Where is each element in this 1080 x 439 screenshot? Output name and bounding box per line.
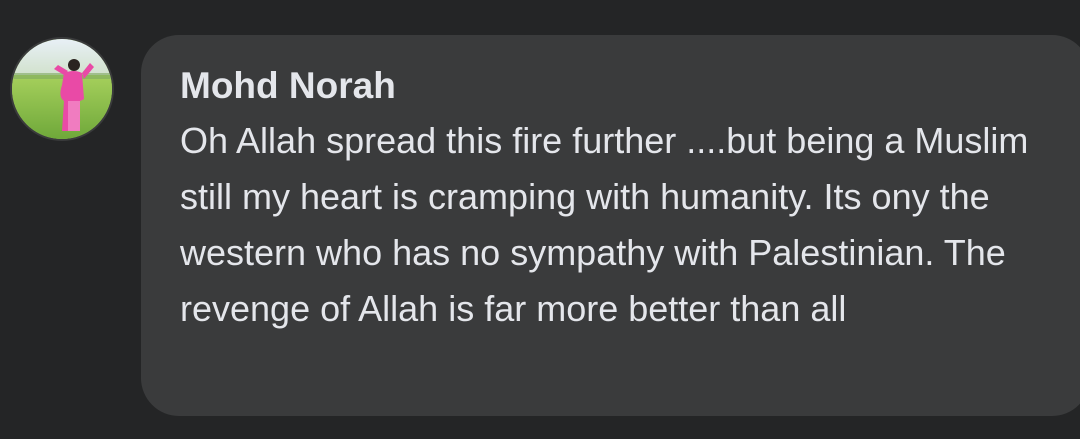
comment-row: Mohd Norah Oh Allah spread this fire fur… bbox=[0, 0, 1080, 439]
profile-photo-icon bbox=[12, 39, 112, 139]
comment-bubble[interactable]: Mohd Norah Oh Allah spread this fire fur… bbox=[141, 35, 1080, 416]
avatar[interactable] bbox=[10, 37, 114, 141]
comment-text: Oh Allah spread this fire further ....bu… bbox=[180, 120, 1029, 329]
comment-author-name[interactable]: Mohd Norah bbox=[180, 65, 1050, 107]
